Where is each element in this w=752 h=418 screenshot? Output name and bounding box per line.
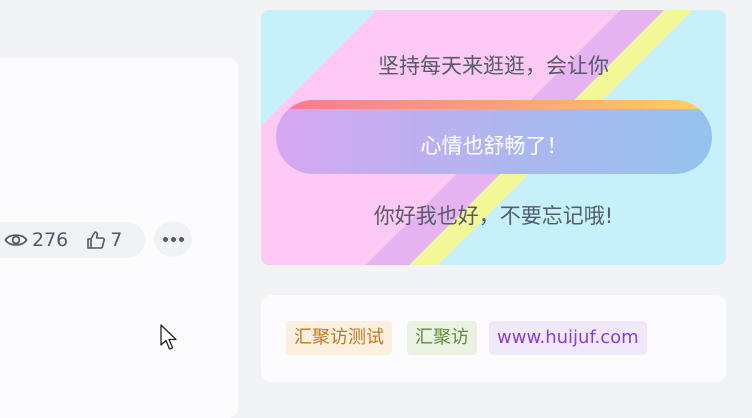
- tags-card: 汇聚访测试 汇聚访 www.huijuf.com: [261, 295, 726, 382]
- mouse-pointer-icon: [160, 324, 180, 356]
- more-options-button[interactable]: [154, 221, 192, 257]
- promo-line-1: 坚持每天来逛逛，会让你: [378, 54, 609, 78]
- promo-line-3: 你好我也好，不要忘记哦!: [373, 204, 614, 228]
- likes-count: 7: [110, 229, 123, 251]
- post-stats: 276 7: [0, 222, 145, 258]
- tag-huijufang[interactable]: 汇聚访: [407, 321, 477, 355]
- promo-highlight-text: 心情也舒畅了！: [420, 134, 568, 158]
- thumbs-up-icon: [86, 230, 106, 250]
- highlight-band: [276, 100, 712, 109]
- promo-banner: 坚持每天来逛逛，会让你 心情也舒畅了！ 你好我也好，不要忘记哦!: [261, 10, 726, 265]
- tag-huijufang-test[interactable]: 汇聚访测试: [286, 321, 392, 355]
- tag-website[interactable]: www.huijuf.com: [489, 321, 647, 355]
- views-count: 276: [32, 229, 69, 251]
- promo-highlight: 心情也舒畅了！: [276, 100, 712, 174]
- like-button[interactable]: 7: [86, 229, 122, 251]
- views-stat: 276: [4, 229, 68, 251]
- more-horizontal-icon: [162, 236, 168, 242]
- eye-icon: [4, 231, 28, 249]
